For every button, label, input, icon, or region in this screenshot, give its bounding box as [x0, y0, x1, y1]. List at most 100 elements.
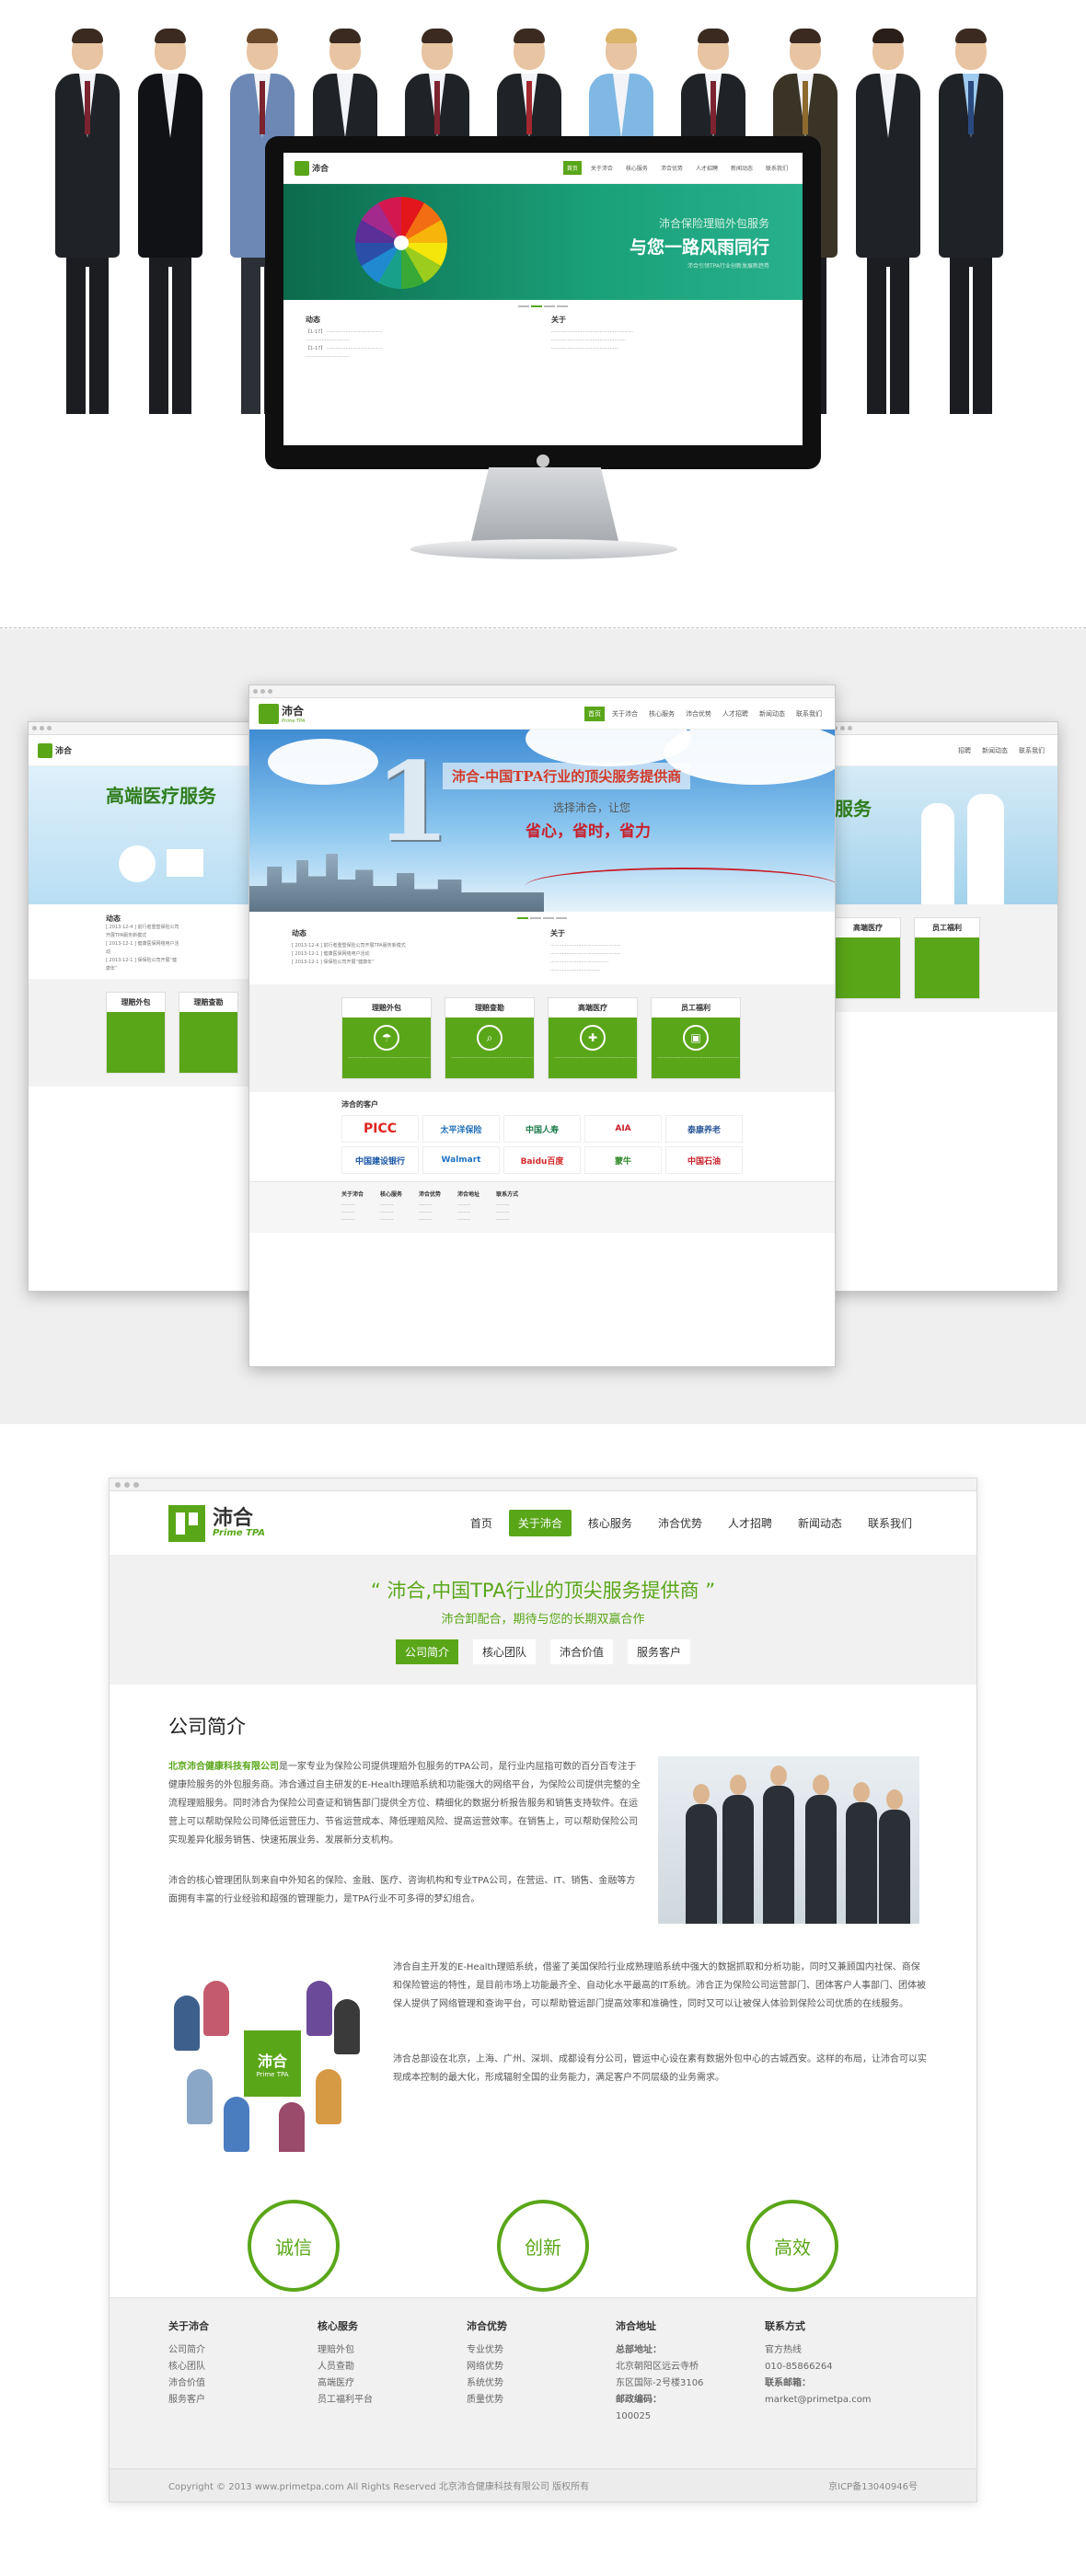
company-values: 诚信 创新 高效 — [110, 2200, 976, 2292]
client-logo: 蒙牛 — [584, 1146, 662, 1174]
footer-link[interactable]: 系统优势 — [467, 2375, 616, 2392]
left-hero: 高端医疗服务 — [29, 766, 257, 904]
nav-contact[interactable]: 联系我们 — [859, 1510, 921, 1536]
mini-logo: 沛合 — [295, 159, 350, 178]
left-browser-window: 沛合 高端医疗服务 动态 [ 2013-12-4 ] 前行者重塑保险公司开展TP… — [28, 721, 258, 1292]
footer-link[interactable]: 员工福利平台 — [318, 2392, 467, 2409]
mini-nav-item[interactable]: 核心服务 — [622, 161, 652, 175]
footer-link[interactable]: 人员查勘 — [318, 2359, 467, 2375]
footer-link[interactable]: 质量优势 — [467, 2392, 616, 2409]
nav-item[interactable]: 联系我们 — [792, 707, 826, 721]
magnifier-icon: ⌕ — [477, 1025, 503, 1051]
news-item[interactable]: [ 2013-12-1 ] 保保险公司开展“健康年” — [292, 959, 534, 967]
client-logo: Baidu百度 — [503, 1146, 581, 1174]
nav-item[interactable]: 人才招聘 — [719, 707, 752, 721]
news-title: 动态 — [292, 929, 306, 937]
news-item[interactable]: [ 2013-12-4 ] 前行者重塑保险公司开展TPA服务新模式 — [292, 942, 534, 950]
tab-core-team[interactable]: 核心团队 — [472, 1639, 536, 1664]
footer-link[interactable]: 核心团队 — [168, 2359, 318, 2375]
footer-link[interactable]: 专业优势 — [467, 2342, 616, 2359]
client-logo: PICC — [341, 1115, 419, 1143]
apple-logo-icon — [537, 454, 549, 467]
footer-link[interactable]: 高端医疗 — [318, 2375, 467, 2392]
mini-footer: 关于沛合 ········· ········· ········· 核心服务 ····… — [249, 1181, 835, 1233]
nav-home[interactable]: 首页 — [461, 1510, 502, 1536]
center-nav: 沛合 Prime TPA 首页 关于沛合 核心服务 沛合优势 人才招聘 新闻动态 … — [249, 698, 835, 730]
icp-number[interactable]: 京ICP备13040946号 — [828, 2478, 918, 2492]
mini-nav-item[interactable]: 沛合优势 — [657, 161, 687, 175]
intro-paragraph-3: 沛合自主开发的E-Health理赔系统，借鉴了美国保险行业成熟理赔系统中强大的数… — [393, 1962, 927, 2009]
footer-link[interactable]: 服务客户 — [168, 2392, 318, 2409]
imac-monitor: 沛合 首页 关于沛合 核心服务 沛合优势 人才招聘 新闻动态 联系我们 沛合保险… — [265, 136, 821, 469]
section-divider — [0, 627, 1086, 628]
center-browser-window: 沛合 Prime TPA 首页 关于沛合 核心服务 沛合优势 人才招聘 新闻动态 … — [248, 684, 836, 1367]
clients-section: 沛合的客户 PICC 太平洋保险 中国人寿 AIA 泰康养老 中国建设银行 Wa… — [249, 1092, 835, 1181]
mini-nav-item[interactable]: 人才招聘 — [692, 161, 722, 175]
banner-quote: “ 沛合,中国TPA行业的顶尖服务提供商 ” — [370, 1580, 716, 1602]
footer-link[interactable]: 网络优势 — [467, 2359, 616, 2375]
main-nav: 沛合 Prime TPA 首页 关于沛合 核心服务 沛合优势 人才招聘 新闻动态… — [110, 1491, 976, 1556]
nav-advantages[interactable]: 沛合优势 — [649, 1510, 711, 1536]
site-logo[interactable]: 沛合 Prime TPA — [168, 1504, 266, 1542]
nav-item[interactable]: 新闻动态 — [756, 707, 789, 721]
mini-nav-item[interactable]: 关于沛合 — [587, 161, 617, 175]
mini-nav-item[interactable]: 首页 — [562, 161, 582, 175]
mini-nav: 沛合 首页 关于沛合 核心服务 沛合优势 人才招聘 新闻动态 联系我们 — [283, 153, 803, 184]
client-logo: 中国人寿 — [503, 1115, 581, 1143]
client-logo: Walmart — [422, 1146, 500, 1174]
footer-link[interactable]: 理赔外包 — [318, 2342, 467, 2359]
nav-item[interactable]: 首页 — [584, 706, 605, 721]
site-footer: 关于沛合 公司简介 核心团队 沛合价值 服务客户 核心服务 理赔外包 人员查勘 … — [110, 2297, 976, 2501]
about-title: 关于 — [550, 929, 565, 937]
hero-banner: 1 沛合-中国TPA行业的顶尖服务提供商 选择沛合，让您 省心，省时，省力 — [249, 730, 835, 912]
services-row: 理赔外包 ☂ ···································… — [249, 984, 835, 1092]
nav-item[interactable]: 核心服务 — [645, 707, 678, 721]
hotline-number[interactable]: 010-85866264 — [765, 2359, 914, 2375]
footer-link[interactable]: 沛合价值 — [168, 2375, 318, 2392]
gift-icon: ▣ — [683, 1025, 709, 1051]
number-one-graphic: 1 — [375, 738, 451, 866]
hero-line3: 沛合引领TPA行业创新发展新趋势 — [687, 263, 769, 270]
mini-nav-item[interactable]: 新闻动态 — [727, 161, 757, 175]
mini-nav-item[interactable]: 联系我们 — [762, 161, 791, 175]
red-swoosh-graphic — [526, 868, 835, 904]
footer-link[interactable]: 公司简介 — [168, 2342, 318, 2359]
tab-values[interactable]: 沛合价值 — [550, 1639, 614, 1664]
about-banner: “ 沛合,中国TPA行业的顶尖服务提供商 ” 沛合卸配合，期待与您的长期双赢合作… — [110, 1556, 976, 1685]
news-item[interactable]: [ 2013-12-1 ] 健康医保网络用户活动 — [292, 950, 534, 959]
mini-menu: 首页 关于沛合 核心服务 沛合优势 人才招聘 新闻动态 联系我们 — [562, 161, 791, 175]
nav-about[interactable]: 关于沛合 — [508, 1510, 572, 1536]
sign-board: 沛合 Prime TPA — [244, 2030, 301, 2097]
logo-english: Prime TPA — [213, 1528, 266, 1538]
service-card[interactable]: 员工福利 ▣ ···································… — [651, 997, 741, 1079]
hero-sub2: 省心，省时，省力 — [526, 822, 651, 841]
tab-company-intro[interactable]: 公司简介 — [395, 1639, 458, 1664]
news-about-row: 动态 [ 2013-12-4 ] 前行者重塑保险公司开展TPA服务新模式 [ 2… — [249, 919, 835, 984]
value-integrity: 诚信 — [248, 2200, 340, 2292]
about-tabs: 公司简介 核心团队 沛合价值 服务客户 — [110, 1639, 976, 1664]
intro-paragraph-4: 沛合总部设在北京，上海、广州、深圳、成都设有分公司，管运中心设在素有数据外包中心… — [393, 2054, 927, 2083]
monitor-stand — [471, 467, 618, 541]
hero-banner: 沛合保险理赔外包服务 与您一路风雨同行 沛合引领TPA行业创新发展新趋势 — [283, 184, 803, 300]
umbrella-icon: ☂ — [374, 1025, 399, 1051]
nav-news[interactable]: 新闻动态 — [789, 1510, 851, 1536]
footer-col-about: 关于沛合 公司简介 核心团队 沛合价值 服务客户 — [168, 2318, 318, 2425]
client-logo: 中国石油 — [665, 1146, 743, 1174]
email-link[interactable]: market@primetpa.com — [765, 2392, 914, 2409]
value-innovation: 创新 — [497, 2200, 589, 2292]
nav-menu: 首页 关于沛合 核心服务 沛合优势 人才招聘 新闻动态 联系我们 — [461, 1510, 921, 1536]
nav-services[interactable]: 核心服务 — [579, 1510, 641, 1536]
nav-careers[interactable]: 人才招聘 — [719, 1510, 781, 1536]
mini-logo-text: 沛合 — [312, 165, 329, 174]
client-logo: 太平洋保险 — [422, 1115, 500, 1143]
nav-item[interactable]: 关于沛合 — [608, 707, 641, 721]
service-card[interactable]: 理赔查勘 ⌕ ···································… — [445, 997, 535, 1079]
nav-item[interactable]: 沛合优势 — [682, 707, 715, 721]
banner-subtitle: 沛合卸配合，期待与您的长期双赢合作 — [441, 1613, 645, 1627]
footer-col-advantages: 沛合优势 专业优势 网络优势 系统优势 质量优势 — [467, 2318, 616, 2425]
tab-clients[interactable]: 服务客户 — [628, 1639, 691, 1664]
service-card[interactable]: 高端医疗 ✚ ···································… — [548, 997, 638, 1079]
monitor-screen: 沛合 首页 关于沛合 核心服务 沛合优势 人才招聘 新闻动态 联系我们 沛合保险… — [283, 153, 803, 445]
intro-paragraph-2: 沛合的核心管理团队到来自中外知名的保险、金融、医疗、咨询机构和专业TPA公司，在… — [168, 1876, 636, 1904]
service-card[interactable]: 理赔外包 ☂ ···································… — [341, 997, 432, 1079]
